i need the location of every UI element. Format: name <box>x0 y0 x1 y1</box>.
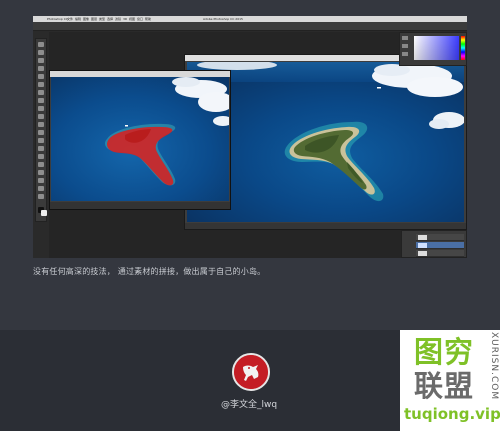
pen-tool-icon[interactable] <box>38 154 44 159</box>
watermark-line-2: 联盟 <box>414 369 475 403</box>
layer-thumbnail <box>418 251 427 256</box>
color-field[interactable] <box>414 36 459 60</box>
island-selection-image <box>51 77 229 201</box>
layer-row-selected[interactable] <box>416 242 464 249</box>
layer-row[interactable] <box>416 234 464 241</box>
zoom-tool-icon[interactable] <box>38 194 44 199</box>
author-name[interactable]: @李文全_lwq <box>221 397 277 410</box>
photoshop-screenshot: Photoshop CC 文件 编辑 图像 图层 类型 选择 滤镜 3D 视图 … <box>33 16 467 258</box>
layer-thumbnail <box>418 243 427 248</box>
color-panel-icon[interactable] <box>402 36 408 40</box>
eraser-tool-icon[interactable] <box>38 122 44 127</box>
adjustments-panel-icon[interactable] <box>402 52 408 56</box>
type-tool-icon[interactable] <box>38 162 44 167</box>
gradient-tool-icon[interactable] <box>38 130 44 135</box>
stamp-tool-icon[interactable] <box>38 106 44 111</box>
author-avatar[interactable] <box>232 353 270 391</box>
path-select-tool-icon[interactable] <box>38 170 44 175</box>
hand-tool-icon[interactable] <box>38 186 44 191</box>
layer-row[interactable] <box>416 250 464 257</box>
history-brush-tool-icon[interactable] <box>38 114 44 119</box>
crop-tool-icon[interactable] <box>38 74 44 79</box>
avatar-figure-icon <box>234 355 268 389</box>
eyedropper-tool-icon[interactable] <box>38 82 44 87</box>
marquee-tool-icon[interactable] <box>38 50 44 55</box>
dodge-tool-icon[interactable] <box>38 146 44 151</box>
layers-panel[interactable] <box>401 230 467 258</box>
shape-tool-icon[interactable] <box>38 178 44 183</box>
lasso-tool-icon[interactable] <box>38 58 44 63</box>
watermark-url[interactable]: tuqiong.vip <box>404 405 500 423</box>
move-tool-icon[interactable] <box>38 42 44 47</box>
main-window-statusbar <box>185 223 466 229</box>
selection-preview-window[interactable]: 未标题-1 @ 33.3% (图层 1, RGB/8) <box>49 70 231 210</box>
hue-slider[interactable] <box>461 36 465 60</box>
blur-tool-icon[interactable] <box>38 138 44 143</box>
brush-tool-icon[interactable] <box>38 98 44 103</box>
red-selection-illustration <box>51 77 229 201</box>
panel-dock-icons <box>399 32 411 66</box>
ps-toolbar <box>35 38 47 222</box>
ps-options-bar <box>33 22 467 31</box>
layer-thumbnail <box>418 235 427 240</box>
background-color-swatch[interactable] <box>41 210 47 216</box>
quick-select-tool-icon[interactable] <box>38 66 44 71</box>
healing-tool-icon[interactable] <box>38 90 44 95</box>
swatches-panel-icon[interactable] <box>402 44 408 48</box>
article-caption: 没有任何高深的技法， 通过素材的拼接，做出属于自己的小岛。 <box>33 267 266 276</box>
watermark-vertical-text: XURISN.COM <box>489 332 499 401</box>
small-window-statusbar <box>50 202 230 209</box>
watermark-line-1: 图穷 <box>414 335 475 369</box>
